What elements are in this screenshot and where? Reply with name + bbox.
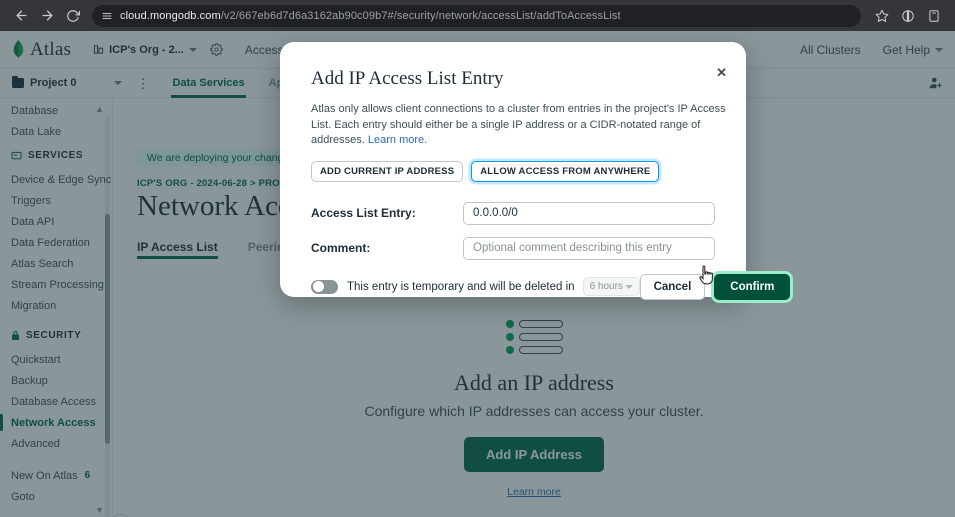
modal-footer: This entry is temporary and will be dele…	[311, 273, 791, 300]
comment-label: Comment:	[311, 241, 371, 256]
duration-value: 6 hours	[589, 281, 623, 293]
toggle-knob	[312, 281, 324, 293]
access-list-entry-input[interactable]	[463, 201, 715, 225]
confirm-button[interactable]: Confirm	[714, 273, 791, 300]
star-icon[interactable]	[869, 3, 895, 29]
address-bar[interactable]: cloud.mongodb.com/v2/667eb6d7d6a3162ab90…	[92, 4, 861, 27]
profile-icon[interactable]	[895, 3, 921, 29]
access-list-entry-row: Access List Entry:	[311, 201, 715, 225]
temporary-entry-toggle[interactable]	[311, 279, 338, 294]
comment-input[interactable]	[463, 236, 715, 260]
chevron-down-icon	[624, 284, 633, 289]
forward-icon[interactable]	[34, 3, 60, 29]
add-current-ip-address-button[interactable]: ADD CURRENT IP ADDRESS	[311, 160, 464, 182]
duration-select[interactable]: 6 hours	[582, 277, 640, 297]
cancel-button[interactable]: Cancel	[639, 273, 706, 300]
address-bar-text: cloud.mongodb.com/v2/667eb6d7d6a3162ab90…	[120, 9, 621, 22]
browser-toolbar: cloud.mongodb.com/v2/667eb6d7d6a3162ab90…	[0, 0, 955, 31]
site-settings-icon[interactable]	[101, 10, 113, 22]
quick-fill-buttons: ADD CURRENT IP ADDRESS ALLOW ACCESS FROM…	[311, 160, 715, 182]
add-ip-access-list-entry-modal: ✕ Add IP Access List Entry Atlas only al…	[280, 42, 791, 300]
modal-description: Atlas only allows client connections to …	[311, 102, 731, 149]
close-icon[interactable]: ✕	[716, 66, 727, 79]
comment-row: Comment:	[311, 236, 715, 260]
extensions-icon[interactable]	[921, 3, 947, 29]
allow-access-from-anywhere-button[interactable]: ALLOW ACCESS FROM ANYWHERE	[471, 160, 660, 182]
access-list-entry-label: Access List Entry:	[311, 206, 416, 221]
temporary-entry-label: This entry is temporary and will be dele…	[347, 280, 575, 293]
back-icon[interactable]	[8, 3, 34, 29]
modal-learn-more-link[interactable]: Learn more.	[368, 134, 427, 146]
modal-title: Add IP Access List Entry	[311, 68, 504, 89]
reload-icon[interactable]	[60, 3, 86, 29]
